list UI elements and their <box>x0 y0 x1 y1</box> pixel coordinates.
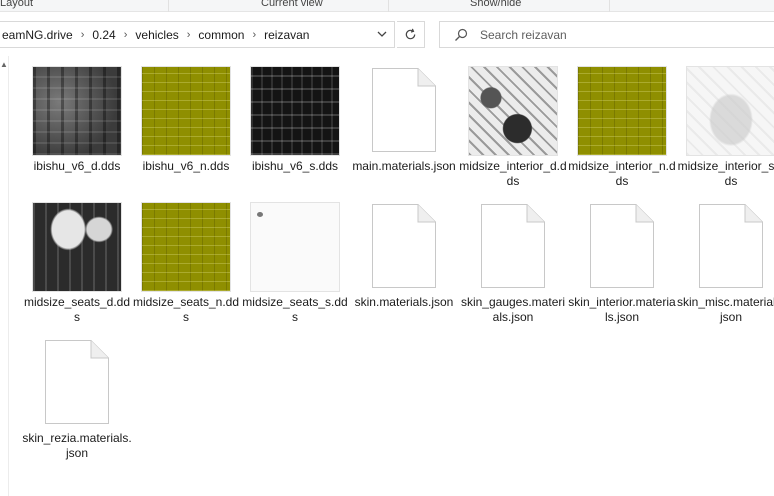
file-name: midsize_seats_n.dds <box>132 295 240 324</box>
search-placeholder: Search reizavan <box>480 27 567 42</box>
file-name: main.materials.json <box>352 159 456 173</box>
document-icon <box>590 204 654 288</box>
address-bar[interactable]: eamNG.drive › 0.24 › vehicles › common ›… <box>0 21 395 48</box>
file-name: skin.materials.json <box>354 295 454 309</box>
texture-thumbnail <box>32 202 122 292</box>
ribbon-divider <box>388 0 389 12</box>
breadcrumb-vehicles[interactable]: vehicles <box>132 28 181 42</box>
ribbon-group-labels: Layout Current view Show/hide <box>0 0 774 12</box>
document-icon <box>699 204 763 288</box>
breadcrumb-chevron-icon[interactable]: › <box>76 29 90 41</box>
ribbon-divider <box>168 0 169 12</box>
address-row: eamNG.drive › 0.24 › vehicles › common ›… <box>0 12 774 56</box>
file-name: midsize_interior_d.dds <box>459 159 567 188</box>
ribbon-label-layout: Layout <box>0 0 34 9</box>
file-grid: ibishu_v6_d.dds ibishu_v6_n.dds ibishu_v6_… <box>0 56 774 496</box>
texture-thumbnail <box>141 66 231 156</box>
file-name: ibishu_v6_n.dds <box>142 159 230 173</box>
ribbon-label-show-hide: Show/hide <box>470 0 522 9</box>
search-icon <box>455 28 468 41</box>
breadcrumb-drive[interactable]: eamNG.drive <box>0 28 76 42</box>
breadcrumb-reizavan[interactable]: reizavan <box>261 28 312 42</box>
refresh-button[interactable] <box>397 21 425 48</box>
texture-thumbnail <box>468 66 558 156</box>
file-name: ibishu_v6_d.dds <box>33 159 121 173</box>
file-name: ibishu_v6_s.dds <box>251 159 339 173</box>
file-name: skin_misc.materials.json <box>676 295 774 324</box>
refresh-icon <box>405 28 416 40</box>
texture-thumbnail <box>686 66 774 156</box>
document-icon <box>481 204 545 288</box>
document-icon <box>45 340 109 424</box>
texture-thumbnail <box>577 66 667 156</box>
breadcrumb-chevron-icon[interactable]: › <box>119 29 133 41</box>
ribbon-label-current-view: Current view <box>261 0 323 9</box>
search-box[interactable]: Search reizavan <box>439 21 774 48</box>
document-icon <box>372 204 436 288</box>
texture-thumbnail <box>250 66 340 156</box>
file-name: skin_gauges.materials.json <box>460 295 566 324</box>
file-name: skin_rezia.materials.json <box>22 431 132 460</box>
file-name: skin_interior.materials.json <box>568 295 676 324</box>
texture-mark <box>257 212 263 217</box>
chevron-down-icon[interactable] <box>376 28 388 40</box>
file-name: midsize_interior_n.dds <box>568 159 676 188</box>
document-icon <box>372 68 436 152</box>
file-name: midsize_seats_s.dds <box>242 295 348 324</box>
texture-thumbnail <box>32 66 122 156</box>
file-name: midsize_seats_d.dds <box>23 295 131 324</box>
texture-thumbnail <box>141 202 231 292</box>
ribbon-divider <box>609 0 610 12</box>
breadcrumb-version[interactable]: 0.24 <box>89 28 118 42</box>
breadcrumb-common[interactable]: common <box>195 28 247 42</box>
texture-thumbnail <box>250 202 340 292</box>
file-name: midsize_interior_s.dds <box>677 159 774 188</box>
breadcrumb-chevron-icon[interactable]: › <box>247 29 261 41</box>
breadcrumb-chevron-icon[interactable]: › <box>182 29 196 41</box>
